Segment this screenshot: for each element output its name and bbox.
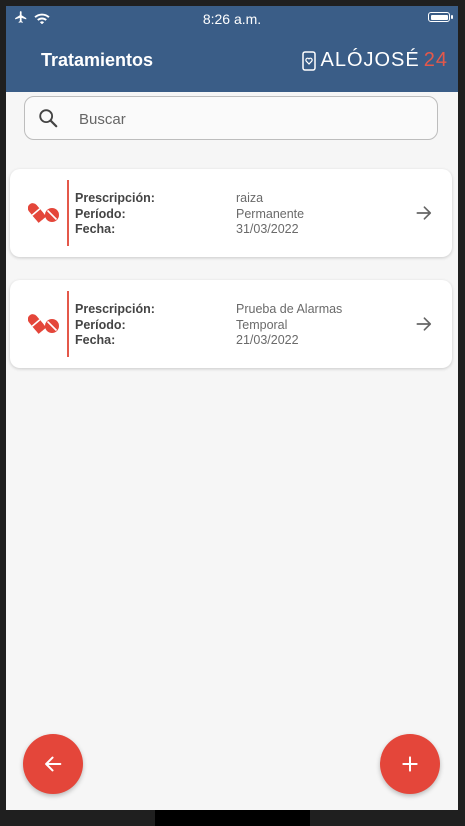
add-treatment-button[interactable] (380, 734, 440, 794)
app-header: 8:26 a.m. Tratamientos ALÓJOSÉ 24 (6, 6, 458, 92)
phone-heart-icon (302, 50, 317, 71)
arrow-right-icon[interactable] (414, 314, 434, 334)
card-values: raiza Permanente 31/03/2022 (236, 191, 304, 238)
arrow-left-icon (45, 756, 62, 772)
card-divider (67, 180, 69, 246)
date-value: 31/03/2022 (236, 222, 299, 236)
arrow-right-icon[interactable] (414, 203, 434, 223)
period-value: Temporal (236, 317, 288, 332)
treatment-card[interactable]: Prescripción: Período: Fecha: Prueba de … (10, 280, 452, 368)
period-value: Permanente (236, 206, 305, 221)
back-button[interactable] (23, 734, 83, 794)
pills-icon (28, 203, 59, 223)
brand-number: 24 (423, 49, 448, 71)
brand-logo: ALÓJOSÉ 24 (302, 49, 448, 72)
battery-icon (428, 12, 453, 22)
card-labels: Prescripción: Período: Fecha: (75, 302, 155, 349)
date-label: Fecha: (75, 333, 116, 347)
status-time: 8:26 a.m. (202, 11, 262, 27)
card-values: Prueba de Alarmas Temporal 21/03/2022 (236, 302, 342, 349)
search-input[interactable] (77, 107, 421, 131)
period-label: Período: (75, 206, 126, 221)
prescription-value: Prueba de Alarmas (236, 302, 343, 316)
date-value: 21/03/2022 (236, 333, 299, 347)
prescription-label: Prescripción: (75, 302, 155, 316)
pills-icon (28, 314, 59, 334)
search-icon (39, 109, 58, 128)
period-label: Período: (75, 317, 126, 332)
card-divider (67, 291, 69, 357)
date-label: Fecha: (75, 222, 116, 236)
status-bar: 8:26 a.m. (6, 6, 458, 32)
app-screen: 8:26 a.m. Tratamientos ALÓJOSÉ 24 Buscar… (6, 6, 458, 810)
treatment-card[interactable]: Prescripción: Período: Fecha: raiza Perm… (10, 169, 452, 257)
prescription-value: raiza (236, 191, 264, 205)
prescription-label: Prescripción: (75, 191, 155, 205)
home-indicator (155, 810, 310, 826)
plus-icon (402, 756, 418, 772)
card-labels: Prescripción: Período: Fecha: (75, 191, 155, 238)
brand-text: ALÓJOSÉ (320, 49, 420, 71)
page-title: Tratamientos (41, 50, 154, 70)
search-box[interactable] (24, 96, 438, 140)
